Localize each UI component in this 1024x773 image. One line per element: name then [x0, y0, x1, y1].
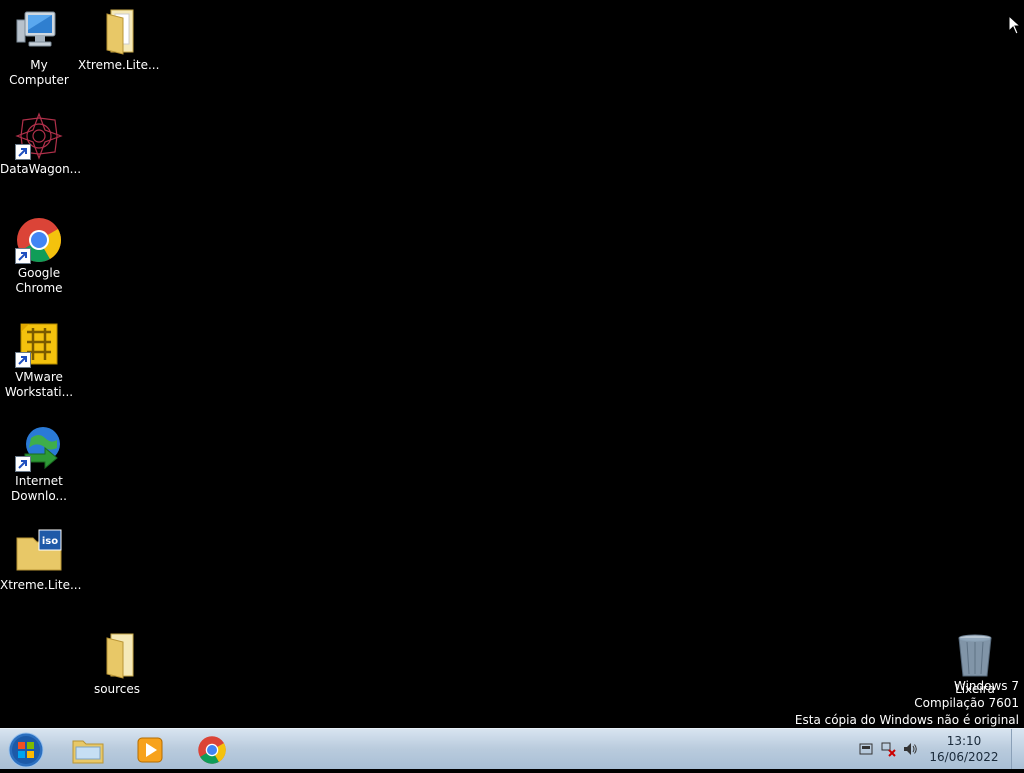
- recycle-bin-icon: [951, 632, 999, 680]
- google-chrome-desktop-icon[interactable]: Google Chrome: [0, 216, 78, 296]
- volume-icon[interactable]: [902, 741, 918, 757]
- desktop-icon-label: My Computer: [9, 58, 69, 87]
- desktop-icon-label: Xtreme.Lite...: [78, 58, 160, 72]
- desktop-icon-label: VMware Workstati...: [4, 370, 74, 399]
- taskbar-media-player-button[interactable]: [124, 732, 176, 768]
- shortcut-arrow-icon: [15, 352, 31, 368]
- start-button[interactable]: [6, 731, 46, 769]
- iso-file-icon: iso: [15, 528, 63, 576]
- datawagon-desktop-icon[interactable]: DataWagon...: [0, 112, 82, 177]
- folder-icon: [93, 8, 141, 56]
- shortcut-arrow-icon: [15, 248, 31, 264]
- desktop-icon-label: Google Chrome: [15, 266, 63, 295]
- xtreme-folder-desktop-icon[interactable]: Xtreme.Lite...: [78, 8, 160, 73]
- taskbar: 13:10 16/06/2022: [0, 728, 1024, 769]
- action-center-icon[interactable]: [858, 741, 874, 757]
- media-player-icon: [137, 737, 163, 763]
- globe-download-icon: [15, 424, 63, 472]
- mouse-cursor-icon: [1008, 14, 1022, 39]
- watermark-version: Windows 7: [953, 679, 1019, 693]
- windows-watermark: Windows 7 Compilação 7601 Esta cópia do …: [795, 678, 1019, 729]
- windows-logo-icon: [8, 732, 44, 768]
- show-desktop-button[interactable]: [1011, 729, 1024, 769]
- taskbar-chrome-button[interactable]: [186, 732, 238, 768]
- sources-folder-desktop-icon[interactable]: sources: [78, 632, 156, 697]
- desktop-icon-label: DataWagon...: [0, 162, 82, 176]
- shortcut-arrow-icon: [15, 144, 31, 160]
- explorer-folder-icon: [72, 740, 104, 764]
- chrome-icon: [15, 216, 63, 264]
- chrome-icon: [198, 736, 226, 764]
- clock-time: 13:10: [946, 734, 982, 748]
- watermark-build: Compilação 7601: [914, 696, 1019, 710]
- clock-date: 16/06/2022: [929, 750, 999, 764]
- my-computer-desktop-icon[interactable]: My Computer: [0, 8, 78, 88]
- datawagon-star-icon: [15, 112, 63, 160]
- shortcut-arrow-icon: [15, 456, 31, 472]
- desktop-icon-label: Xtreme.Lite...: [0, 578, 82, 592]
- internet-download-manager-desktop-icon[interactable]: Internet Downlo...: [0, 424, 78, 504]
- vmware-desktop-icon[interactable]: VMware Workstati...: [0, 320, 78, 400]
- vmware-icon: [15, 320, 63, 368]
- desktop-icon-label: sources: [93, 682, 141, 696]
- network-disconnected-icon[interactable]: [880, 741, 896, 757]
- desktop-icon-label: Internet Downlo...: [11, 474, 67, 503]
- watermark-notice: Esta cópia do Windows não é original: [794, 713, 1019, 727]
- taskbar-explorer-button[interactable]: [62, 732, 114, 768]
- computer-icon: [15, 8, 63, 56]
- taskbar-clock[interactable]: 13:10 16/06/2022: [924, 733, 1004, 765]
- xtreme-iso-desktop-icon[interactable]: iso Xtreme.Lite...: [0, 528, 82, 593]
- system-tray: 13:10 16/06/2022: [824, 729, 1024, 769]
- svg-text:iso: iso: [42, 536, 58, 547]
- folder-icon: [93, 632, 141, 680]
